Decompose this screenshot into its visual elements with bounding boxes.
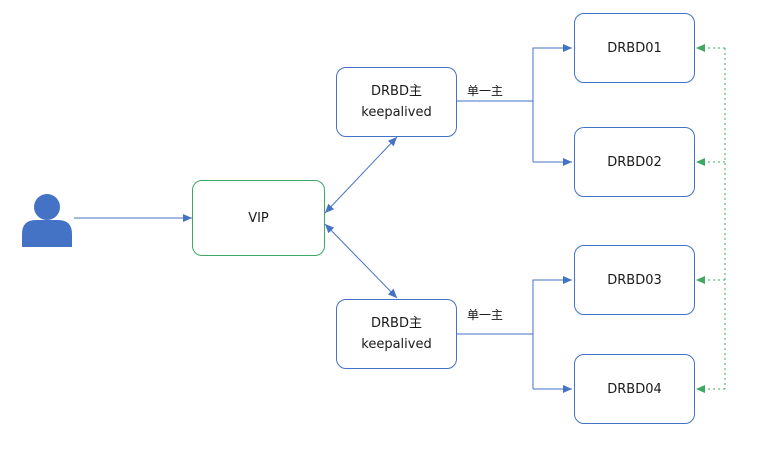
master2-line2: keepalived	[361, 337, 432, 352]
master1-line2: keepalived	[361, 105, 432, 120]
drbd02-node: DRBD02	[574, 127, 695, 197]
edge-master1-replicas	[457, 44, 572, 166]
edge-master2-replicas	[457, 276, 572, 393]
vip-node: VIP	[192, 180, 325, 256]
master1-line1: DRBD主	[371, 84, 422, 99]
edge-label-top: 单一主	[467, 84, 504, 98]
vip-label: VIP	[248, 210, 269, 226]
drbd04-node: DRBD04	[574, 354, 695, 424]
edge-sync-dotted	[696, 44, 726, 393]
master2-node: DRBD主 keepalived	[336, 299, 457, 369]
edge-vip-master1	[324, 136, 398, 214]
drbd01-node: DRBD01	[574, 13, 695, 83]
master2-line1: DRBD主	[371, 316, 422, 331]
drbd03-label: DRBD03	[607, 272, 662, 288]
user-icon	[22, 194, 72, 247]
master1-node: DRBD主 keepalived	[336, 67, 457, 137]
drbd04-label: DRBD04	[607, 381, 662, 397]
edge-vip-master2	[324, 223, 398, 299]
drbd02-label: DRBD02	[607, 154, 662, 170]
edge-label-bottom: 单一主	[467, 308, 504, 322]
drbd01-label: DRBD01	[607, 40, 662, 56]
drbd03-node: DRBD03	[574, 245, 695, 315]
